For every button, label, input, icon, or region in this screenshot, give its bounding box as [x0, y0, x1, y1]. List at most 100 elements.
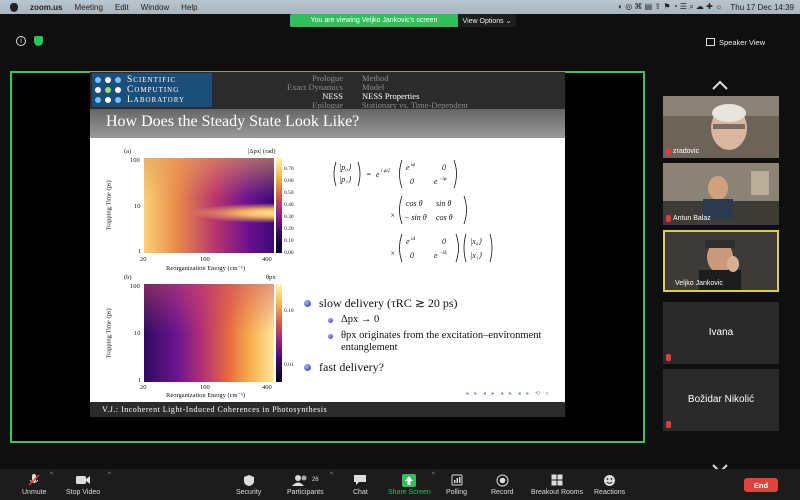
svg-text:0: 0 — [410, 177, 414, 186]
plot-a-cbar-tick: 0.40 — [284, 202, 294, 208]
viewing-screen-banner: You are viewing Veljko Jankovic's screen… — [290, 14, 516, 27]
beamer-nav-icons[interactable]: ◂ ▸ ◂ ▸ ◂ ▸ ◂ ▸ ⟲ ⌕ — [466, 390, 551, 398]
plot-a-panel-label: (a) — [124, 148, 132, 155]
polling-chart-icon — [451, 473, 463, 487]
svg-text:cos θ: cos θ — [436, 213, 453, 222]
plot-a-xtick: 400 — [262, 256, 272, 263]
plot-b-ylabel: Trapping Time (ps) — [105, 308, 113, 359]
svg-text:=: = — [366, 170, 371, 179]
view-options-button[interactable]: View Options ⌄ — [458, 14, 516, 27]
menu-window[interactable]: Window — [141, 3, 169, 12]
audio-options-caret-icon[interactable]: ^ — [50, 472, 53, 478]
info-icon[interactable]: i — [16, 36, 26, 46]
breakout-rooms-button[interactable]: Breakout Rooms — [531, 473, 583, 496]
svg-text:×: × — [390, 211, 395, 220]
plot-a-cbar-tick: 0.70 — [284, 166, 294, 172]
chat-bubble-icon — [353, 473, 367, 487]
plot-a-ylabel: Trapping Time (ps) — [105, 180, 113, 231]
plot-b-xtick: 20 — [140, 384, 147, 391]
bullet-dot-icon — [328, 334, 333, 339]
svg-text:0: 0 — [442, 237, 446, 246]
security-button[interactable]: Security — [236, 473, 261, 496]
menu-edit[interactable]: Edit — [115, 3, 129, 12]
plot-a-ytick: 1 — [138, 248, 142, 255]
scroll-up-chevron-icon[interactable] — [712, 80, 728, 90]
speaker-view-button[interactable]: Speaker View — [706, 35, 765, 49]
svg-text:e: e — [434, 177, 438, 186]
menu-meeting[interactable]: Meeting — [74, 3, 102, 12]
plot-b-colorbar — [276, 284, 282, 382]
svg-text:0: 0 — [442, 163, 446, 172]
bullet-delta-zero: Δpx → 0 — [328, 314, 559, 326]
participant-name: Božidar Nikolić — [687, 394, 755, 405]
smiley-reaction-icon — [603, 473, 616, 487]
bullet-dot-icon — [304, 364, 311, 371]
svg-text:|x₀⟩: |x₀⟩ — [470, 237, 483, 246]
plot-b-xtick: 100 — [200, 384, 210, 391]
participant-name: zradovic — [673, 148, 700, 155]
menubar-status-icons[interactable]: ◐ ◎ ⌘ ▤ ⇪ ⚑ ◔ ☰ ⌕ ☁ ✚ ☼ — [618, 2, 722, 12]
chat-button[interactable]: Chat — [353, 473, 368, 496]
svg-text:iΔ: iΔ — [411, 237, 415, 242]
share-screen-button[interactable]: Share Screen — [388, 473, 431, 496]
grid-icon — [706, 38, 715, 46]
menu-app[interactable]: zoom.us — [30, 3, 62, 12]
reactions-button[interactable]: Reactions — [594, 473, 625, 496]
menu-help[interactable]: Help — [181, 3, 197, 12]
muted-mic-icon — [666, 421, 671, 428]
polling-button[interactable]: Polling — [446, 473, 467, 496]
participants-count: 26 — [311, 477, 319, 483]
slide-header: Scientific Computing Laboratory Prologue… — [90, 72, 565, 110]
plot-a-cbar-tick: 0.50 — [284, 190, 294, 196]
share-options-caret-icon[interactable]: ^ — [432, 472, 435, 478]
svg-text:−iφ: −iφ — [439, 177, 447, 182]
participants-caret-icon[interactable]: ^ — [330, 472, 333, 478]
record-icon — [496, 473, 509, 487]
plot-b-ytick: 10 — [134, 330, 141, 337]
bullet-dot-icon — [328, 318, 333, 323]
plot-b-cbar-tick: 0.10 — [284, 308, 294, 314]
svg-text:i φ/2: i φ/2 — [381, 169, 391, 174]
plot-a-cbar-tick: 0.30 — [284, 214, 294, 220]
plot-b-ytick: 1 — [138, 377, 142, 384]
participant-tile-bozidar-nikolic[interactable]: Božidar Nikolić — [663, 369, 779, 431]
encryption-shield-icon[interactable] — [34, 36, 43, 46]
share-screen-arrow-icon — [402, 473, 417, 487]
participant-tile-antun-balaz[interactable]: Antun Balaz — [663, 163, 779, 225]
end-meeting-button[interactable]: End — [744, 478, 778, 492]
bullet-theta-origin: θpx originates from the excitation–envir… — [328, 330, 559, 354]
plot-b-xtick: 400 — [262, 384, 272, 391]
svg-text:e: e — [434, 251, 438, 260]
plot-a-xtick: 20 — [140, 256, 147, 263]
plot-b-cbar-tick: 0.01 — [284, 362, 294, 368]
participant-tile-ivana[interactable]: Ivana — [663, 302, 779, 364]
slide-nav-subsections: Method Model NESS Properties Stationary … — [362, 74, 468, 110]
plot-a-colorbar — [276, 158, 282, 253]
participants-button[interactable]: 26 Participants — [287, 473, 324, 496]
logo-text: Scientific Computing Laboratory — [127, 75, 186, 105]
svg-text:e: e — [406, 163, 410, 172]
stop-video-button[interactable]: Stop Video — [66, 473, 100, 496]
plot-a-heatmap-overlay — [144, 158, 274, 198]
menubar-clock: Thu 17 Dec 14:39 — [730, 2, 794, 12]
svg-text:−iΔ: −iΔ — [439, 251, 447, 256]
speaker-view-label: Speaker View — [719, 37, 766, 47]
svg-text:|x₁⟩: |x₁⟩ — [470, 251, 483, 260]
participant-tile-zradovic[interactable]: zradovic — [663, 96, 779, 158]
participants-icon: 26 — [291, 473, 319, 487]
unmute-button[interactable]: Unmute — [22, 473, 47, 496]
muted-mic-icon — [666, 148, 671, 155]
svg-text:e: e — [376, 170, 380, 179]
plot-b-heatmap-overlay — [144, 284, 274, 334]
participant-tile-veljko-jankovic[interactable]: Veljko Jankovic — [663, 230, 779, 292]
slide-title: How Does the Steady State Look Like? — [106, 113, 360, 130]
bullet-slow-delivery: slow delivery (τRC ≳ 20 ps) — [304, 296, 559, 310]
plot-a-xlabel: Reorganization Energy (cm⁻¹) — [166, 265, 246, 272]
record-button[interactable]: Record — [491, 473, 514, 496]
svg-text:|p₀⟩: |p₀⟩ — [339, 163, 352, 172]
top-left-icons: i — [16, 36, 43, 46]
menubar: zoom.us Meeting Edit Window Help ◐ ◎ ⌘ ▤… — [0, 0, 800, 14]
apple-icon[interactable] — [10, 2, 18, 12]
video-options-caret-icon[interactable]: ^ — [108, 472, 111, 478]
svg-text:sin θ: sin θ — [436, 199, 451, 208]
